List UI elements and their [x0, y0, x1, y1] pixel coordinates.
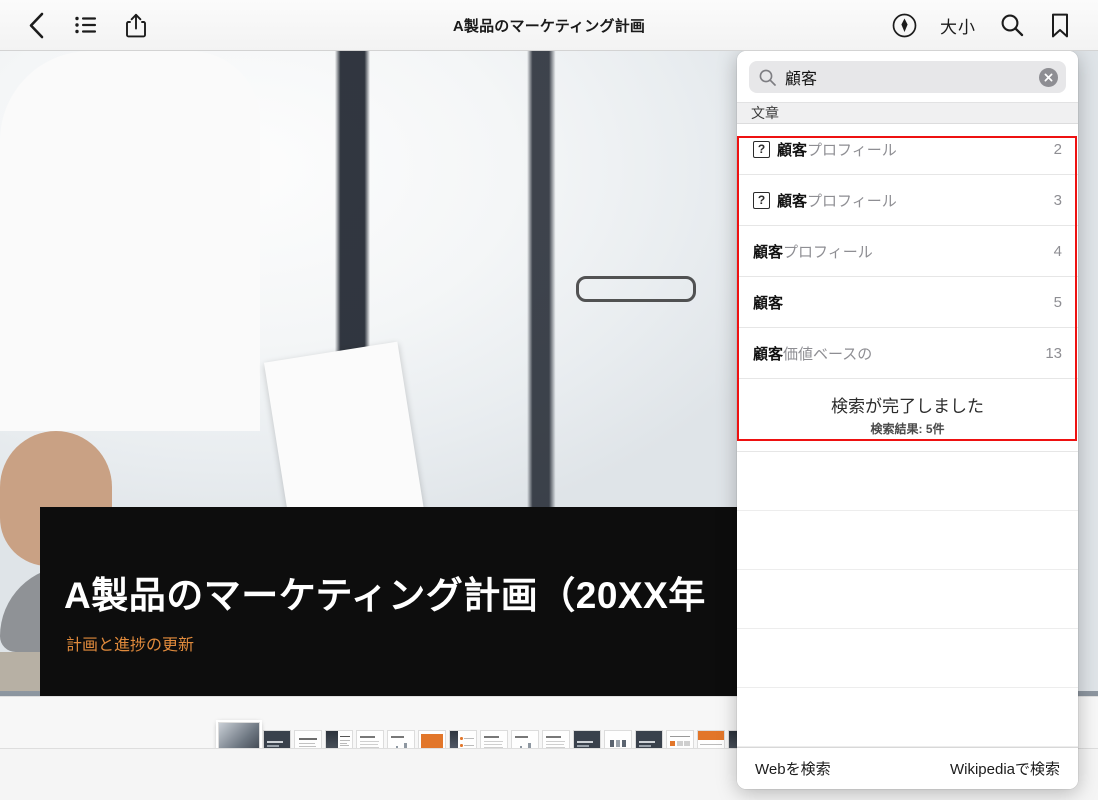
bulleted-list-icon	[75, 16, 96, 34]
thumbnail[interactable]	[511, 730, 539, 748]
search-status: 検索が完了しました検索結果: 5件	[737, 379, 1078, 452]
search-result-row[interactable]: ? 顧客プロフィール 2	[737, 124, 1078, 175]
search-field-row: 顧客	[737, 51, 1078, 102]
empty-result-row	[737, 452, 1078, 511]
search-result-row[interactable]: ? 顧客プロフィール 3	[737, 175, 1078, 226]
empty-result-row	[737, 570, 1078, 629]
question-box-icon: ?	[753, 140, 770, 158]
markup-pen-icon	[892, 13, 916, 37]
clear-circle-icon	[1044, 73, 1053, 81]
bookmark-button[interactable]	[1038, 3, 1082, 47]
search-icon	[1001, 14, 1024, 37]
thumbnail[interactable]	[573, 730, 601, 748]
share-icon	[126, 13, 146, 37]
empty-result-row	[737, 511, 1078, 570]
thumbnail[interactable]	[418, 730, 446, 748]
thumbnail[interactable]	[294, 730, 322, 748]
search-popover: 顧客 文章 ? 顧客プロフィール 2? 顧客プロフィール 3 顧客プロフィール 4 顧客 5 顧客…	[737, 51, 1078, 789]
app-root: A製品のマーケティング計画 大小 A製品のマーケティング計画（20XX年 計画と…	[0, 0, 1098, 800]
search-status-main: 検索が完了しました	[831, 397, 984, 416]
thumbnail[interactable]	[356, 730, 384, 748]
search-result-page-number: 3	[1053, 191, 1062, 209]
search-status-count: 検索結果: 5件	[870, 422, 945, 436]
text-size-button[interactable]: 大小	[930, 13, 986, 38]
chevron-left-icon	[29, 12, 43, 38]
search-result-text: 顧客プロフィール	[777, 192, 897, 210]
thumbnail-selected[interactable]	[216, 720, 262, 748]
search-icon	[759, 69, 776, 86]
thumbnail[interactable]	[697, 730, 725, 748]
thumbnail[interactable]	[387, 730, 415, 748]
search-query-text: 顧客	[785, 71, 818, 88]
search-wikipedia-button[interactable]: Wikipediaで検索	[950, 758, 1060, 779]
thumbnail[interactable]	[542, 730, 570, 748]
search-web-button[interactable]: Webを検索	[755, 758, 831, 779]
toolbar-right-group: 大小	[882, 3, 1098, 47]
search-result-row[interactable]: 顧客プロフィール 4	[737, 226, 1078, 277]
search-result-page-number: 13	[1045, 344, 1062, 362]
search-result-text: 顧客価値ベースの	[753, 345, 873, 363]
search-result-text: 顧客プロフィール	[753, 243, 873, 261]
search-result-page-number: 4	[1053, 242, 1062, 260]
question-box-icon: ?	[753, 191, 770, 209]
thumbnail[interactable]	[666, 730, 694, 748]
popover-footer: Webを検索 Wikipediaで検索	[737, 747, 1078, 789]
clear-search-button[interactable]	[1039, 67, 1058, 87]
thumbnail[interactable]	[325, 730, 353, 748]
thumbnail[interactable]	[449, 730, 477, 748]
slide-title: A製品のマーケティング計画（20XX年	[64, 575, 706, 616]
empty-result-row	[737, 629, 1078, 688]
search-result-page-number: 2	[1053, 140, 1062, 158]
table-of-contents-button[interactable]	[64, 3, 108, 47]
search-results-list: ? 顧客プロフィール 2? 顧客プロフィール 3 顧客プロフィール 4 顧客 5 顧客価値ベースの…	[737, 124, 1078, 747]
markup-button[interactable]	[882, 3, 926, 47]
search-result-row[interactable]: 顧客 5	[737, 277, 1078, 328]
thumbnail[interactable]	[263, 730, 291, 748]
top-toolbar: A製品のマーケティング計画 大小	[0, 0, 1098, 51]
back-button[interactable]	[14, 3, 58, 47]
search-input[interactable]: 顧客	[749, 61, 1066, 93]
search-result-text: 顧客プロフィール	[777, 141, 897, 159]
toolbar-left-group	[0, 3, 158, 47]
thumbnail[interactable]	[480, 730, 508, 748]
search-button[interactable]	[990, 3, 1034, 47]
search-result-row[interactable]: 顧客価値ベースの 13	[737, 328, 1078, 379]
share-button[interactable]	[114, 3, 158, 47]
slide-subtitle: 計画と進捗の更新	[66, 637, 195, 654]
empty-result-row	[737, 688, 1078, 747]
search-result-text: 顧客	[753, 294, 784, 312]
bookmark-icon	[1052, 13, 1068, 37]
results-section-header: 文章	[737, 102, 1078, 124]
thumbnail[interactable]	[635, 730, 663, 748]
thumbnail[interactable]	[604, 730, 632, 748]
search-result-page-number: 5	[1053, 293, 1062, 311]
